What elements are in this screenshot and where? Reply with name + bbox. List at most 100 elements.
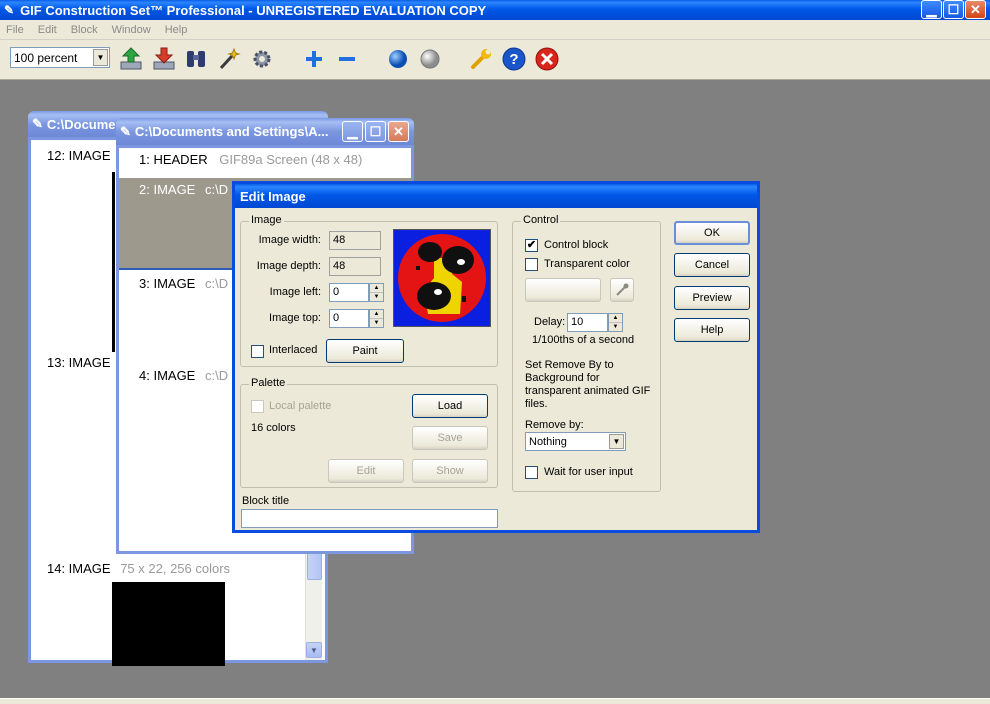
list-item[interactable]: 14: IMAGE 75 x 22, 256 colors [47,561,325,576]
wait-user-input-label: Wait for user input [544,466,633,478]
block-info: c:\D [204,368,229,383]
block-number: 1: HEADER [139,152,208,167]
dialog-title: Edit Image [240,188,306,204]
gray-circle-icon[interactable] [416,45,444,73]
zoom-select[interactable]: 100 percent ▼ [10,47,110,68]
control-block-checkbox[interactable]: ✔ [525,239,538,252]
status-bar [0,698,990,704]
menu-edit[interactable]: Edit [38,24,57,36]
image-group: Image Image width: 48 Image depth: 48 Im… [240,214,498,367]
menu-file[interactable]: File [6,24,24,36]
block-title-input[interactable] [241,509,498,528]
palette-group: Palette Local palette 16 colors Load Sav… [240,377,498,488]
remove-icon[interactable] [333,45,361,73]
block-info: GIF89a Screen (48 x 48) [219,152,363,167]
upload-icon[interactable] [117,45,145,73]
edit-image-dialog: Edit Image Image Image width: 48 Image d… [232,181,760,533]
eyedropper-icon [616,283,629,296]
minimize-button[interactable]: ▁ [921,0,942,19]
cancel-button[interactable]: Cancel [674,253,750,277]
image-left-input[interactable]: 0 [329,283,369,302]
delay-label: Delay: [534,316,566,328]
remove-by-label: Remove by: [525,419,584,431]
image-top-input[interactable]: 0 [329,309,369,328]
remove-by-select[interactable]: Nothing ▼ [525,432,626,451]
image-depth-label: Image depth: [256,260,321,272]
image-top-spinner[interactable]: ▲ ▼ [369,309,384,328]
edit-button[interactable]: Edit [328,459,404,483]
menu-block[interactable]: Block [71,24,98,36]
front-window-title: C:\Documents and Settings\A... [134,124,329,139]
gear-icon[interactable] [248,45,276,73]
menu-bar: File Edit Block Window Help [0,20,990,40]
block-number: 12: IMAGE [47,148,111,163]
download-icon[interactable] [150,45,178,73]
magic-wand-icon[interactable] [215,45,243,73]
ok-button[interactable]: OK [674,221,750,245]
toolbar: 100 percent ▼ ? [0,40,990,80]
block-title-label: Block title [242,495,290,507]
wait-user-input-checkbox[interactable] [525,466,538,479]
child-maximize-button[interactable]: ☐ [365,121,386,142]
palette-group-legend: Palette [249,377,288,389]
document-icon: ✎ [120,123,131,139]
image-depth-field: 48 [329,257,381,276]
child-minimize-button[interactable]: ▁ [342,121,363,142]
dialog-title-bar[interactable]: Edit Image [235,184,757,208]
transparent-color-checkbox[interactable] [525,258,538,271]
wrench-icon[interactable] [467,45,495,73]
scroll-down-icon[interactable]: ▼ [306,642,322,658]
help-button[interactable]: Help [674,318,750,342]
child-close-button[interactable]: ✕ [388,121,409,142]
document-icon: ✎ [32,116,43,131]
maximize-button[interactable]: ☐ [943,0,964,19]
paint-button[interactable]: Paint [326,339,404,363]
block-number: 14: IMAGE [47,561,111,576]
transparent-color-swatch[interactable] [525,278,601,302]
close-button[interactable]: ✕ [965,0,986,19]
chevron-down-icon[interactable]: ▼ [609,434,624,449]
preview-button[interactable]: Preview [674,286,750,310]
load-button[interactable]: Load [412,394,488,418]
delay-spinner[interactable]: ▲ ▼ [608,313,623,332]
image-preview [112,172,115,352]
binoculars-icon[interactable] [182,45,210,73]
image-left-spinner[interactable]: ▲ ▼ [369,283,384,302]
menu-help[interactable]: Help [165,24,188,36]
block-number: 4: IMAGE [139,368,196,383]
block-number: 3: IMAGE [139,276,196,291]
image-top-label: Image top: [269,312,321,324]
control-group-legend: Control [521,214,561,226]
control-group: Control ✔ Control block Transparent colo… [512,214,661,492]
interlaced-label: Interlaced [269,344,318,356]
local-palette-checkbox[interactable] [251,400,264,413]
block-info: 75 x 22, 256 colors [120,561,231,576]
app-title: GIF Construction Set™ Professional - UNR… [20,2,487,18]
remove-by-value: Nothing [529,435,567,448]
show-button[interactable]: Show [412,459,488,483]
app-icon: ✎ [4,3,15,17]
image-left-label: Image left: [269,286,321,298]
block-number: 2: IMAGE [139,182,196,197]
menu-window[interactable]: Window [112,24,151,36]
remove-by-note: Set Remove By to Background for transpar… [525,359,651,410]
transparent-color-label: Transparent color [544,258,630,270]
save-button[interactable]: Save [412,426,488,450]
interlaced-checkbox[interactable] [251,345,264,358]
block-number: 13: IMAGE [47,355,111,370]
chevron-down-icon[interactable]: ▼ [93,49,108,66]
list-item[interactable]: 1: HEADER GIF89a Screen (48 x 48) [139,152,411,167]
exit-icon[interactable] [533,45,561,73]
image-thumbnail [393,229,491,327]
local-palette-label: Local palette [269,400,332,412]
delay-unit-text: 1/100ths of a second [532,334,635,346]
svg-text:?: ? [509,51,518,68]
help-icon[interactable]: ? [500,45,528,73]
globe-icon[interactable] [384,45,412,73]
delay-input[interactable]: 10 [567,313,608,332]
eyedropper-button[interactable] [610,278,634,302]
scrollbar-thumb[interactable] [307,550,322,580]
app-title-bar: ✎ GIF Construction Set™ Professional - U… [0,0,990,20]
add-icon[interactable] [300,45,328,73]
image-width-label: Image width: [258,234,321,246]
